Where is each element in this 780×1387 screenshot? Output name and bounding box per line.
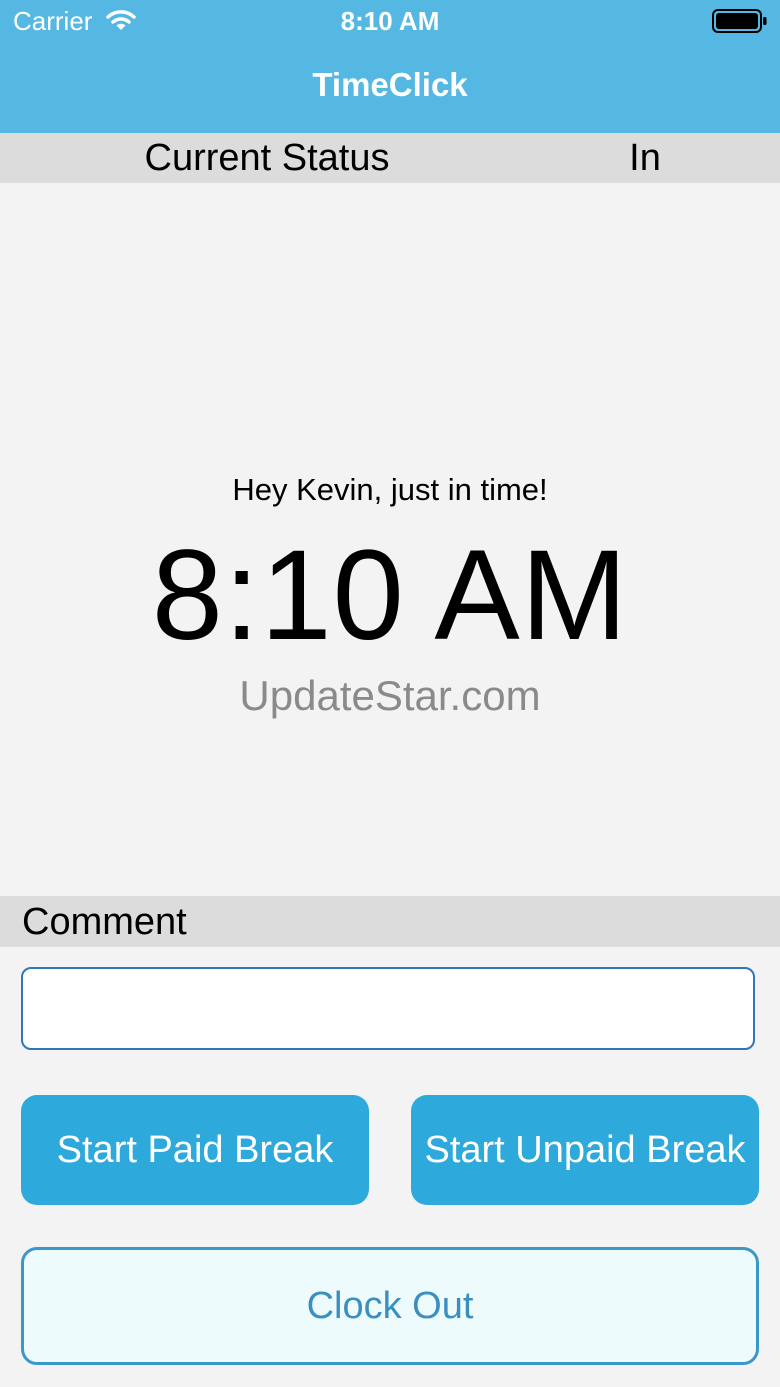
current-status-label: Current Status	[144, 137, 390, 179]
comment-input[interactable]	[21, 967, 755, 1050]
header: Carrier 8:10 AM TimeClick	[0, 0, 780, 133]
start-paid-break-button[interactable]: Start Paid Break	[21, 1095, 369, 1205]
current-time-display: 8:10 AM	[151, 524, 629, 667]
current-status-value: In	[629, 137, 661, 179]
status-bar-time: 8:10 AM	[340, 6, 440, 36]
nav-title: TimeClick	[312, 66, 468, 103]
watermark: UpdateStar.com	[239, 672, 541, 719]
battery-icon	[712, 9, 767, 33]
start-unpaid-break-button[interactable]: Start Unpaid Break	[411, 1095, 759, 1205]
comment-row: Comment	[0, 896, 780, 947]
clock-out-button[interactable]: Clock Out	[21, 1247, 759, 1365]
greeting-message: Hey Kevin, just in time!	[232, 472, 548, 507]
current-status-row: Current Status In	[0, 133, 780, 183]
comment-label: Comment	[22, 901, 187, 943]
status-bar: Carrier 8:10 AM	[0, 0, 780, 44]
